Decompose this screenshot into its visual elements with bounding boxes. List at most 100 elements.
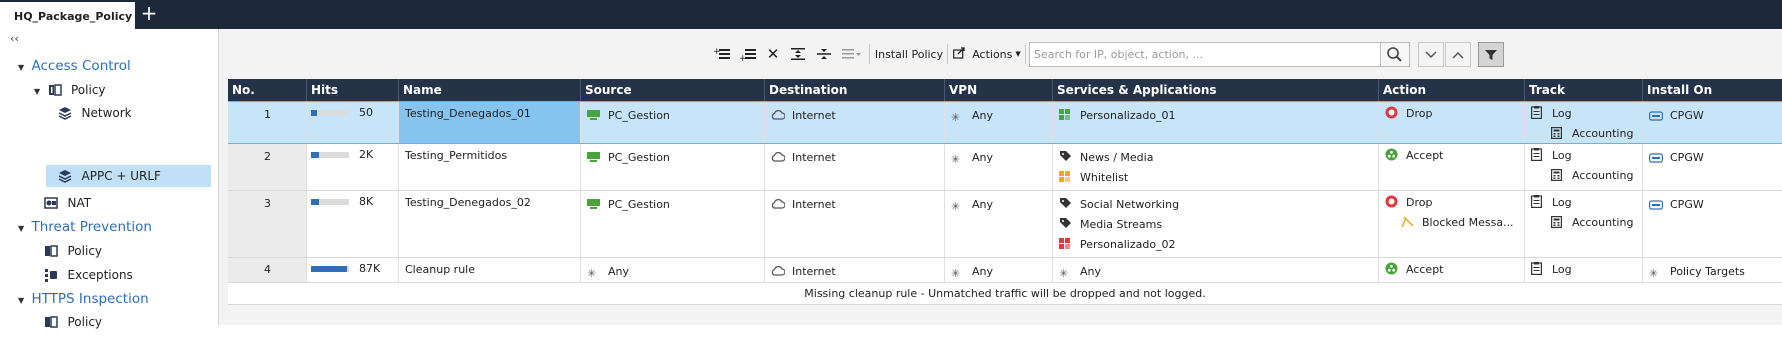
- accept-icon: [1385, 262, 1398, 275]
- column-header-destination[interactable]: Destination: [765, 79, 945, 101]
- column-header-name[interactable]: Name: [399, 79, 581, 101]
- destination-value: Internet: [792, 109, 836, 122]
- track-value: Log: [1552, 263, 1572, 276]
- policy-tree: ‹‹ ▼ Access Control ▼ Policy Network APP…: [0, 29, 218, 329]
- tree-item-network[interactable]: Network: [58, 102, 132, 124]
- filter-icon: [1485, 49, 1497, 60]
- search-previous-button[interactable]: [1418, 42, 1444, 67]
- tree-item-access-policy[interactable]: ▼ Policy: [34, 79, 106, 101]
- collapse-section-icon[interactable]: [813, 43, 835, 65]
- install-on-value: CPGW: [1670, 198, 1704, 211]
- install-policy-button[interactable]: Install Policy: [874, 43, 944, 65]
- destination-value: Internet: [792, 198, 836, 211]
- accept-icon: [1385, 148, 1398, 161]
- tree-section-access-control[interactable]: ▼ Access Control: [18, 55, 131, 77]
- column-header-no[interactable]: No.: [228, 79, 307, 101]
- add-tab-button[interactable]: +: [139, 3, 159, 24]
- gateway-icon: [1649, 199, 1664, 211]
- tab-hq-package-policy[interactable]: HQ_Package_Policy: [0, 2, 135, 29]
- category-tag-icon: [1059, 150, 1072, 162]
- service-value: Any: [1080, 265, 1102, 278]
- chevron-down-icon: [1425, 50, 1437, 58]
- drop-icon: [1385, 195, 1398, 208]
- tab-bar: HQ_Package_Policy +: [0, 0, 1782, 29]
- search-input[interactable]: Search for IP, object, action, ...: [1029, 42, 1381, 67]
- tree-item-https-policy[interactable]: Policy: [44, 311, 102, 333]
- tree-section-https-inspection[interactable]: ▼ HTTPS Inspection: [18, 288, 149, 310]
- rule-name: Testing_Denegados_02: [405, 196, 531, 209]
- hits-bar: [311, 152, 349, 158]
- policy-icon: [48, 83, 62, 97]
- log-icon: [1531, 106, 1544, 119]
- install-on-value: Policy Targets: [1670, 265, 1745, 278]
- host-icon: [587, 198, 600, 210]
- column-header-vpn[interactable]: VPN: [945, 79, 1053, 101]
- actions-menu-button[interactable]: Actions ▼: [952, 43, 1022, 65]
- caret-down-icon: ▼: [1015, 50, 1021, 58]
- rule-number: 1: [264, 108, 271, 121]
- share-icon: [953, 46, 967, 62]
- any-icon: ✳: [1059, 267, 1069, 280]
- sections-menu-icon[interactable]: [839, 43, 865, 65]
- tree-item-nat[interactable]: NAT: [44, 192, 91, 214]
- any-icon: ✳: [951, 267, 961, 280]
- cloud-icon: [771, 198, 786, 210]
- table-row[interactable]: 4 87K Cleanup rule ✳ Any Internet ✳ Any ✳ A…: [228, 258, 1782, 283]
- hits-value: 50: [359, 106, 373, 119]
- search-button[interactable]: [1381, 42, 1410, 67]
- gateway-icon: [1649, 152, 1664, 164]
- rule-name: Cleanup rule: [405, 263, 475, 276]
- action-value: Drop: [1406, 196, 1433, 209]
- add-rule-below-icon[interactable]: +: [737, 43, 759, 65]
- custom-app-icon: [1059, 109, 1072, 121]
- expand-arrow-icon: ▼: [18, 63, 25, 72]
- drop-icon: [1385, 106, 1398, 119]
- vpn-value: Any: [972, 265, 994, 278]
- category-tag-icon: [1059, 197, 1072, 209]
- table-row[interactable]: 3 8K Testing_Denegados_02 PC_Gestion Int…: [228, 191, 1782, 258]
- rule-name: Testing_Permitidos: [405, 149, 508, 162]
- table-row[interactable]: 1 50 Testing_Denegados_01 PC_Gestion Int…: [228, 101, 1782, 144]
- action-extra-value: Blocked Messa...: [1422, 216, 1514, 229]
- action-value: Accept: [1406, 263, 1444, 276]
- cloud-icon: [771, 151, 786, 163]
- host-icon: [587, 151, 600, 163]
- expand-section-icon[interactable]: [787, 43, 809, 65]
- add-rule-above-icon[interactable]: +: [711, 43, 733, 65]
- any-icon: ✳: [1649, 267, 1659, 280]
- rulebase-toolbar: + + ✕ Install Policy Actions ▼ Search fo…: [707, 40, 1717, 68]
- column-header-install-on[interactable]: Install On: [1643, 79, 1782, 101]
- tree-item-threat-policy[interactable]: Policy: [44, 240, 102, 262]
- tree-section-threat-prevention[interactable]: ▼ Threat Prevention: [18, 216, 152, 238]
- nat-icon: [44, 196, 58, 210]
- any-icon: ✳: [951, 111, 961, 124]
- install-on-value: CPGW: [1670, 151, 1704, 164]
- column-header-hits[interactable]: Hits: [307, 79, 399, 101]
- delete-rule-icon[interactable]: ✕: [763, 43, 783, 65]
- cleanup-warning-message: Missing cleanup rule - Unmatched traffic…: [228, 283, 1782, 305]
- destination-value: Internet: [792, 265, 836, 278]
- service-value: Social Networking: [1080, 198, 1180, 211]
- exceptions-icon: [44, 268, 58, 282]
- policy-icon: [44, 315, 58, 329]
- expand-arrow-icon: ▼: [34, 87, 41, 96]
- column-header-source[interactable]: Source: [581, 79, 765, 101]
- accounting-icon: [1551, 127, 1564, 140]
- toolbar-separator: [869, 44, 870, 64]
- table-row[interactable]: 2 2K Testing_Permitidos PC_Gestion Inter…: [228, 144, 1782, 191]
- column-header-services[interactable]: Services & Applications: [1053, 79, 1379, 101]
- column-header-track[interactable]: Track: [1525, 79, 1643, 101]
- whitelist-icon: [1059, 171, 1072, 183]
- filter-toggle-button[interactable]: [1478, 42, 1504, 67]
- search-icon: [1387, 47, 1402, 62]
- layers-icon: [58, 169, 72, 183]
- tree-item-exceptions[interactable]: Exceptions: [44, 264, 133, 286]
- search-next-button[interactable]: [1445, 42, 1471, 67]
- column-header-action[interactable]: Action: [1379, 79, 1525, 101]
- svg-text:+: +: [713, 47, 721, 57]
- gateway-icon: [1649, 110, 1664, 122]
- tree-item-appc-urlf[interactable]: APPC + URLF: [46, 165, 211, 187]
- source-value: PC_Gestion: [608, 109, 670, 122]
- collapse-sidebar-button[interactable]: ‹‹: [10, 32, 19, 45]
- blocked-message-icon: [1401, 216, 1414, 228]
